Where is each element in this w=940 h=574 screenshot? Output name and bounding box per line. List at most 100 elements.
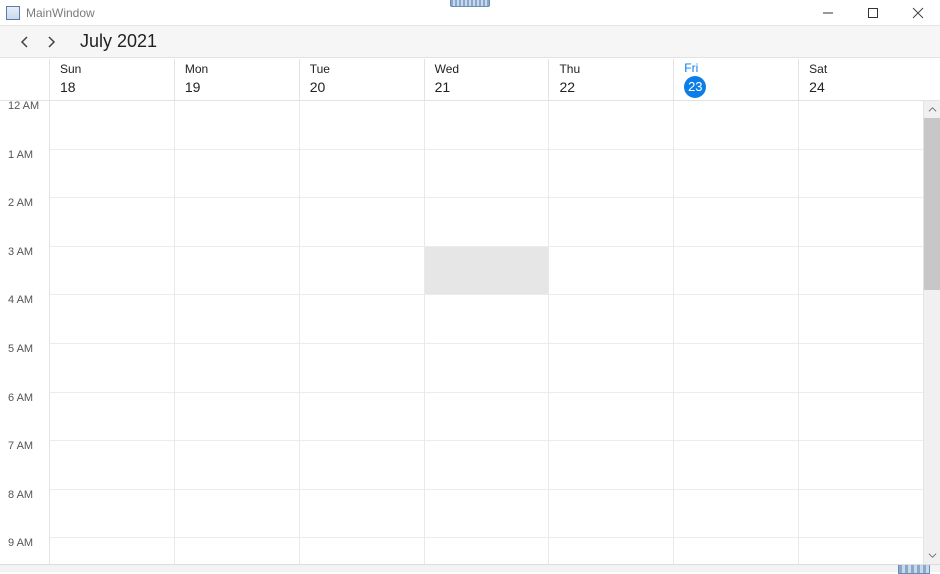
time-slot[interactable] (425, 150, 549, 199)
time-slot[interactable] (799, 344, 923, 393)
time-slot[interactable] (674, 441, 798, 490)
time-slot[interactable] (425, 538, 549, 564)
chevron-down-icon (928, 551, 937, 560)
time-label: 12 AM (8, 101, 39, 112)
scroll-down-button[interactable] (924, 547, 940, 564)
vertical-scrollbar[interactable] (923, 101, 940, 564)
time-slot[interactable] (425, 247, 549, 296)
time-slot[interactable] (50, 393, 174, 442)
time-slot[interactable] (425, 101, 549, 150)
day-date: 22 (559, 77, 663, 97)
month-label: July 2021 (80, 31, 157, 52)
time-slot[interactable] (50, 538, 174, 564)
time-slot[interactable] (425, 490, 549, 539)
time-slot[interactable] (549, 150, 673, 199)
time-slot[interactable] (300, 538, 424, 564)
time-slot[interactable] (175, 101, 299, 150)
day-header[interactable]: Thu22 (549, 59, 674, 100)
time-slot[interactable] (799, 538, 923, 564)
time-slot[interactable] (425, 198, 549, 247)
time-slot[interactable] (50, 441, 174, 490)
time-gutter-row: 6 AM (0, 393, 49, 442)
time-slot[interactable] (425, 393, 549, 442)
time-label: 6 AM (8, 392, 33, 404)
day-header[interactable]: Sun18 (50, 59, 175, 100)
time-slot[interactable] (50, 101, 174, 150)
day-header[interactable]: Fri23 (674, 59, 799, 100)
time-slot[interactable] (300, 198, 424, 247)
time-slot[interactable] (674, 198, 798, 247)
time-slot[interactable] (175, 295, 299, 344)
time-slot[interactable] (549, 295, 673, 344)
today-badge: 23 (684, 76, 706, 98)
day-header[interactable]: Tue20 (300, 59, 425, 100)
time-slot[interactable] (799, 101, 923, 150)
maximize-icon (867, 7, 879, 19)
time-slot[interactable] (175, 538, 299, 564)
time-slot[interactable] (425, 441, 549, 490)
time-slot[interactable] (799, 150, 923, 199)
time-slot[interactable] (549, 393, 673, 442)
time-slot[interactable] (674, 490, 798, 539)
time-slot[interactable] (175, 150, 299, 199)
time-slot[interactable] (799, 441, 923, 490)
time-slot[interactable] (300, 295, 424, 344)
time-slot[interactable] (799, 198, 923, 247)
time-slot[interactable] (799, 490, 923, 539)
time-slot[interactable] (674, 538, 798, 564)
next-week-button[interactable] (40, 31, 62, 53)
time-gutter-row: 7 AM (0, 441, 49, 490)
minimize-button[interactable] (805, 0, 850, 25)
time-slot[interactable] (674, 295, 798, 344)
time-slot[interactable] (175, 490, 299, 539)
time-slot[interactable] (175, 198, 299, 247)
time-slot[interactable] (799, 247, 923, 296)
day-header[interactable]: Wed21 (425, 59, 550, 100)
time-slot[interactable] (549, 198, 673, 247)
day-header[interactable]: Sat24 (799, 59, 923, 100)
time-slot[interactable] (549, 490, 673, 539)
calendar-body: 12 AM1 AM2 AM3 AM4 AM5 AM6 AM7 AM8 AM9 A… (0, 101, 940, 564)
scroll-thumb[interactable] (924, 118, 940, 290)
day-header[interactable]: Mon19 (175, 59, 300, 100)
scroll-up-button[interactable] (924, 101, 940, 118)
time-slot[interactable] (300, 441, 424, 490)
time-slot[interactable] (549, 247, 673, 296)
time-slot[interactable] (799, 393, 923, 442)
time-slot[interactable] (549, 101, 673, 150)
maximize-button[interactable] (850, 0, 895, 25)
time-slot[interactable] (425, 295, 549, 344)
time-slot[interactable] (175, 441, 299, 490)
day-name: Fri (684, 61, 788, 75)
time-column (175, 101, 300, 564)
time-slot[interactable] (175, 393, 299, 442)
time-slot[interactable] (549, 441, 673, 490)
time-slot[interactable] (799, 295, 923, 344)
time-slot[interactable] (300, 150, 424, 199)
close-button[interactable] (895, 0, 940, 25)
time-slot[interactable] (300, 344, 424, 393)
time-slot[interactable] (300, 101, 424, 150)
time-slot[interactable] (50, 247, 174, 296)
time-slot[interactable] (674, 101, 798, 150)
time-slot[interactable] (50, 198, 174, 247)
time-slot[interactable] (300, 247, 424, 296)
time-slot[interactable] (549, 344, 673, 393)
time-slot[interactable] (674, 393, 798, 442)
time-slot[interactable] (300, 393, 424, 442)
time-slot[interactable] (549, 538, 673, 564)
time-slot[interactable] (50, 344, 174, 393)
time-slot[interactable] (425, 344, 549, 393)
time-slot[interactable] (175, 344, 299, 393)
scroll-track[interactable] (924, 118, 940, 547)
time-slot[interactable] (50, 295, 174, 344)
time-slot[interactable] (175, 247, 299, 296)
time-slot[interactable] (674, 344, 798, 393)
time-slot[interactable] (674, 150, 798, 199)
time-slot[interactable] (50, 150, 174, 199)
day-header-columns: Sun18Mon19Tue20Wed21Thu22Fri23Sat24 (50, 59, 923, 100)
time-slot[interactable] (50, 490, 174, 539)
time-slot[interactable] (300, 490, 424, 539)
time-slot[interactable] (674, 247, 798, 296)
prev-week-button[interactable] (14, 31, 36, 53)
